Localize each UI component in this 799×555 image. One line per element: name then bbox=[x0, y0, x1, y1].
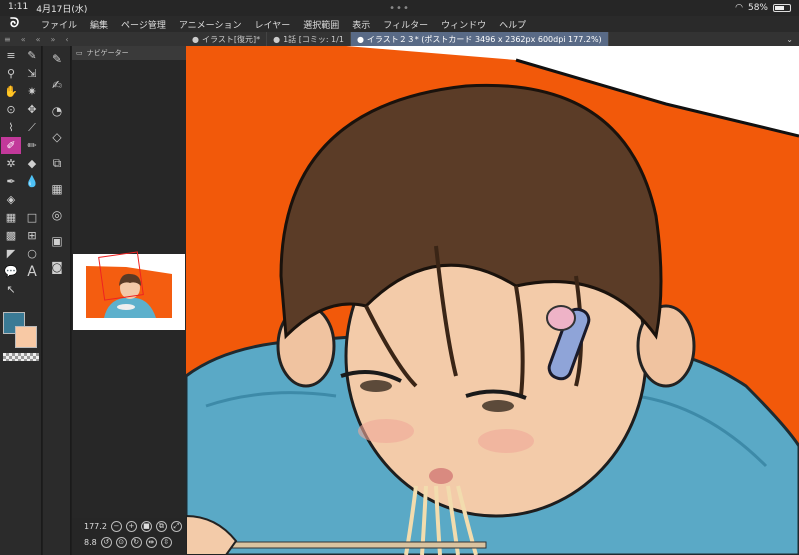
zoom-100-icon[interactable]: ■ bbox=[140, 520, 152, 532]
rotate-reset-icon[interactable]: ⊙ bbox=[115, 536, 127, 548]
gradient-icon[interactable]: ▦ bbox=[1, 209, 21, 226]
navigator-preview[interactable] bbox=[73, 251, 185, 330]
layer-property-icon[interactable]: ⧉ bbox=[43, 150, 71, 176]
menu-layer[interactable]: レイヤー bbox=[255, 18, 291, 31]
sparkle-icon[interactable]: ✷ bbox=[22, 83, 42, 100]
navigator-controls: 177.2 − + ■ ⧉ ⤢ 8.8 ↺ ⊙ ↻ ⇹ ⇳ bbox=[72, 518, 186, 555]
layer-icon[interactable]: ◇ bbox=[43, 124, 71, 150]
tab-illust-restored[interactable]: ● イラスト[復元]* bbox=[186, 32, 268, 46]
operation-icon[interactable]: ✥ bbox=[22, 101, 42, 118]
eraser-icon[interactable]: ◆ bbox=[22, 155, 42, 172]
tool-empty bbox=[22, 191, 42, 208]
menu-page[interactable]: ページ管理 bbox=[121, 18, 166, 31]
status-bar: 1:11 4月17日(水) ••• ◠ 58% bbox=[0, 0, 799, 16]
text-icon[interactable]: A bbox=[22, 263, 42, 280]
tab-dot-icon: ● bbox=[273, 34, 281, 44]
airbrush-icon[interactable]: ✒ bbox=[1, 173, 21, 190]
lasso-icon[interactable]: ⌇ bbox=[1, 119, 21, 136]
sub-tool-icon[interactable]: ✍ bbox=[43, 72, 71, 98]
menu-animation[interactable]: アニメーション bbox=[179, 18, 242, 31]
triangle-icon[interactable]: ◤ bbox=[1, 245, 21, 262]
brush-size-icon[interactable]: ◔ bbox=[43, 98, 71, 124]
tab-illust-23[interactable]: ● イラスト２３* (ポストカード 3496 x 2362px 600dpi 17… bbox=[350, 32, 609, 46]
multitask-dots-icon[interactable]: ••• bbox=[389, 3, 410, 14]
menu-filter[interactable]: フィルター bbox=[383, 18, 428, 31]
tool-empty-2 bbox=[22, 281, 42, 298]
correction-icon[interactable]: ↖ bbox=[1, 281, 21, 298]
rotation-value: 8.8 bbox=[84, 537, 97, 547]
menu-view[interactable]: 表示 bbox=[352, 18, 370, 31]
menu-help[interactable]: ヘルプ bbox=[499, 18, 526, 31]
fill-icon[interactable]: ◈ bbox=[1, 191, 21, 208]
frame-icon[interactable]: ▩ bbox=[1, 227, 21, 244]
fit-icon[interactable]: ⧉ bbox=[155, 520, 167, 532]
drawing-canvas[interactable] bbox=[186, 46, 799, 555]
collapse-left-icon-2[interactable]: « bbox=[36, 35, 41, 44]
navigator-title: ナビゲーター bbox=[86, 49, 129, 57]
eyedropper-icon[interactable]: ⟋ bbox=[22, 119, 42, 136]
flip-vertical-icon[interactable]: ⇳ bbox=[160, 536, 172, 548]
panel-menu-icon[interactable]: ≡ bbox=[4, 35, 11, 44]
chevron-down-icon[interactable]: ⌄ bbox=[786, 35, 799, 44]
ruler-icon[interactable]: ⊞ bbox=[22, 227, 42, 244]
battery-percent: 58% bbox=[747, 3, 768, 13]
pencil-icon[interactable]: ✏ bbox=[22, 137, 42, 154]
camera-icon[interactable]: ◙ bbox=[43, 254, 71, 280]
wifi-icon: ◠ bbox=[735, 3, 743, 13]
hand-icon[interactable]: ✋ bbox=[1, 83, 21, 100]
panel-icon-column: ✎ ✍ ◔ ◇ ⧉ ▦ ◎ ▣ ◙ bbox=[43, 46, 71, 555]
menu-selection[interactable]: 選択範囲 bbox=[303, 18, 339, 31]
tab-dot-icon: ● bbox=[356, 34, 364, 44]
collapse-left-icon[interactable]: « bbox=[21, 35, 26, 44]
zoom-value: 177.2 bbox=[84, 521, 107, 531]
navigator-tab-icon: ▭ bbox=[76, 49, 83, 57]
select-icon[interactable]: ⊙ bbox=[1, 101, 21, 118]
color-set-icon[interactable]: ▦ bbox=[43, 176, 71, 202]
balloon-icon[interactable]: 💬 bbox=[1, 263, 21, 280]
rotate-left-icon[interactable]: ↺ bbox=[100, 536, 112, 548]
zoom-out-icon[interactable]: − bbox=[110, 520, 122, 532]
tab-dot-icon: ● bbox=[192, 34, 199, 44]
sub-color-swatch[interactable] bbox=[15, 326, 37, 348]
menu-bar: ᘐ ファイル 編集 ページ管理 アニメーション レイヤー 選択範囲 表示 フィル… bbox=[0, 16, 799, 32]
tab-comic[interactable]: ● 1話 [コミッ: 1/1 bbox=[267, 32, 351, 46]
blend-icon[interactable]: 💧 bbox=[22, 173, 42, 190]
color-wheel-icon[interactable]: ◎ bbox=[43, 202, 71, 228]
collapse-right-icon[interactable]: » bbox=[51, 35, 56, 44]
tool-palette: ≡ ✎ ⚲ ⇲ ✋ ✷ ⊙ ✥ ⌇ ⟋ ✐ ✏ ✲ ◆ ✒ 💧 ◈ ▦ □ ▩ … bbox=[0, 46, 42, 555]
fit-screen-icon[interactable]: ⤢ bbox=[170, 520, 182, 532]
navigator-icon[interactable]: ▣ bbox=[43, 228, 71, 254]
navigator-panel: ▭ ナビゲーター 177.2 − + ■ ⧉ ⤢ 8.8 ↺ ⊙ ↻ ⇹ ⇳ bbox=[72, 46, 186, 555]
magnifier-icon[interactable]: ⚲ bbox=[1, 65, 21, 82]
chevron-left-icon[interactable]: ‹ bbox=[65, 35, 68, 44]
rect-icon[interactable]: □ bbox=[22, 209, 42, 226]
brush-icon[interactable]: ✲ bbox=[1, 155, 21, 172]
menu-file[interactable]: ファイル bbox=[41, 18, 77, 31]
rotate-right-icon[interactable]: ↻ bbox=[130, 536, 142, 548]
battery-icon bbox=[773, 4, 791, 12]
menu-edit[interactable]: 編集 bbox=[90, 18, 108, 31]
navigator-view-rect[interactable] bbox=[98, 251, 144, 301]
clock: 1:11 bbox=[8, 1, 29, 12]
navigator-header: ▭ ナビゲーター bbox=[72, 46, 186, 60]
flip-horizontal-icon[interactable]: ⇹ bbox=[145, 536, 157, 548]
tool-property-icon[interactable]: ✎ bbox=[43, 46, 71, 72]
document-tab-bar: ≡ « « » ‹ ● イラスト[復元]* ● 1話 [コミッ: 1/1 ● イラスト… bbox=[0, 32, 799, 46]
transparent-color-swatch[interactable] bbox=[3, 353, 39, 361]
ellipse-icon[interactable]: ○ bbox=[22, 245, 42, 262]
tool-menu-icon[interactable]: ≡ bbox=[1, 47, 21, 64]
zoom-in-icon[interactable]: + bbox=[125, 520, 137, 532]
tool-pen-small-icon[interactable]: ✎ bbox=[22, 47, 42, 64]
menu-window[interactable]: ウィンドウ bbox=[441, 18, 486, 31]
app-logo-icon[interactable]: ᘐ bbox=[10, 17, 24, 31]
move-layer-icon[interactable]: ⇲ bbox=[22, 65, 42, 82]
date: 4月17日(水) bbox=[36, 4, 88, 15]
illustration bbox=[186, 46, 799, 555]
pen-icon[interactable]: ✐ bbox=[1, 137, 21, 154]
